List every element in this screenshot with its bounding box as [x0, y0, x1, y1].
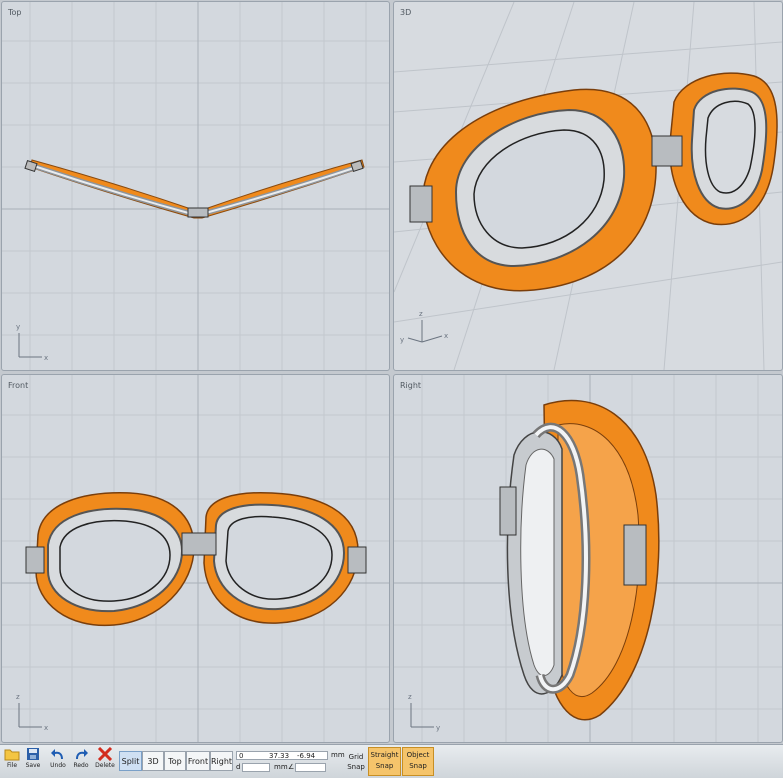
viewport-right[interactable]: Right z y [393, 374, 783, 743]
axis-y-label: y [16, 323, 20, 331]
save-icon [27, 748, 39, 760]
goggles-right-model [499, 399, 660, 721]
viewport-label-3d: 3D [400, 8, 412, 17]
viewport-top[interactable]: Top y x [1, 1, 390, 371]
grid-snap-line1: Grid [348, 753, 364, 761]
redo-icon [76, 749, 88, 759]
axis-z-label: z [419, 310, 423, 318]
viewport-3d[interactable]: 3D z x y [393, 1, 783, 371]
angle-field[interactable] [295, 763, 326, 772]
front-view-canvas: z x [2, 375, 389, 742]
axis-indicator-right: z y [408, 693, 440, 732]
straight-snap-line1: Straight [370, 751, 399, 759]
unit-label: mm [331, 751, 345, 759]
distance-icon: d [236, 763, 241, 771]
file-button[interactable]: File [1, 747, 23, 776]
object-snap-line2: Snap [409, 762, 427, 770]
axis-indicator-top: y x [16, 323, 48, 362]
undo-button[interactable]: Undo [47, 747, 69, 776]
coord-y-value: 37.33 [269, 752, 290, 760]
axis-z-label: z [16, 693, 20, 701]
tab-top[interactable]: Top [164, 751, 186, 771]
3d-view-canvas: z x y [394, 2, 782, 370]
coordinate-field[interactable]: 0 37.33 -6.94 [236, 751, 328, 760]
delete-label: Delete [95, 762, 115, 769]
delete-x-icon [97, 747, 113, 761]
axis-x-label: x [444, 332, 448, 340]
redo-label: Redo [73, 762, 89, 769]
object-snap-button[interactable]: Object Snap [402, 747, 434, 776]
axis-y-label: y [436, 724, 440, 732]
axis-x-label: x [44, 724, 48, 732]
distance-field[interactable] [242, 763, 270, 772]
bottom-toolbar: File Save Undo Redo Delete Split 3D Top … [0, 744, 783, 778]
object-snap-line1: Object [406, 751, 430, 759]
delete-button[interactable]: Delete [94, 747, 116, 776]
viewport-label-front: Front [8, 381, 29, 390]
goggles-front-model [25, 491, 367, 627]
viewport-label-right: Right [400, 381, 422, 390]
file-label: File [6, 762, 18, 769]
coord-z-value: -6.94 [297, 752, 316, 760]
straight-snap-line2: Snap [375, 762, 394, 770]
angle-icon: ∠ [288, 763, 295, 771]
tab-split[interactable]: Split [119, 751, 142, 771]
tab-3d[interactable]: 3D [142, 751, 164, 771]
viewport-label-top: Top [8, 8, 22, 17]
goggles-3d-model [409, 72, 778, 292]
undo-label: Undo [50, 762, 66, 769]
axis-indicator-front: z x [16, 693, 48, 732]
undo-icon [51, 749, 63, 759]
top-view-canvas: y x [2, 2, 389, 370]
folder-icon [4, 749, 20, 761]
tab-right[interactable]: Right [210, 751, 233, 771]
grid-snap-line2: Snap [347, 763, 365, 771]
viewport-front[interactable]: Front z x [1, 374, 390, 743]
save-button[interactable]: Save [22, 747, 44, 776]
save-label: Save [25, 762, 41, 769]
unit-label-2: mm [274, 763, 288, 771]
right-view-canvas: z y [394, 375, 782, 742]
axis-z-label: z [408, 693, 412, 701]
grid-snap-toggle[interactable]: Grid Snap [344, 752, 368, 772]
straight-snap-button[interactable]: Straight Snap [368, 747, 401, 776]
redo-button[interactable]: Redo [70, 747, 92, 776]
tab-front[interactable]: Front [186, 751, 210, 771]
axis-y-label: y [400, 336, 404, 344]
coord-x-value: 0 [239, 752, 244, 760]
axis-x-label: x [44, 354, 48, 362]
